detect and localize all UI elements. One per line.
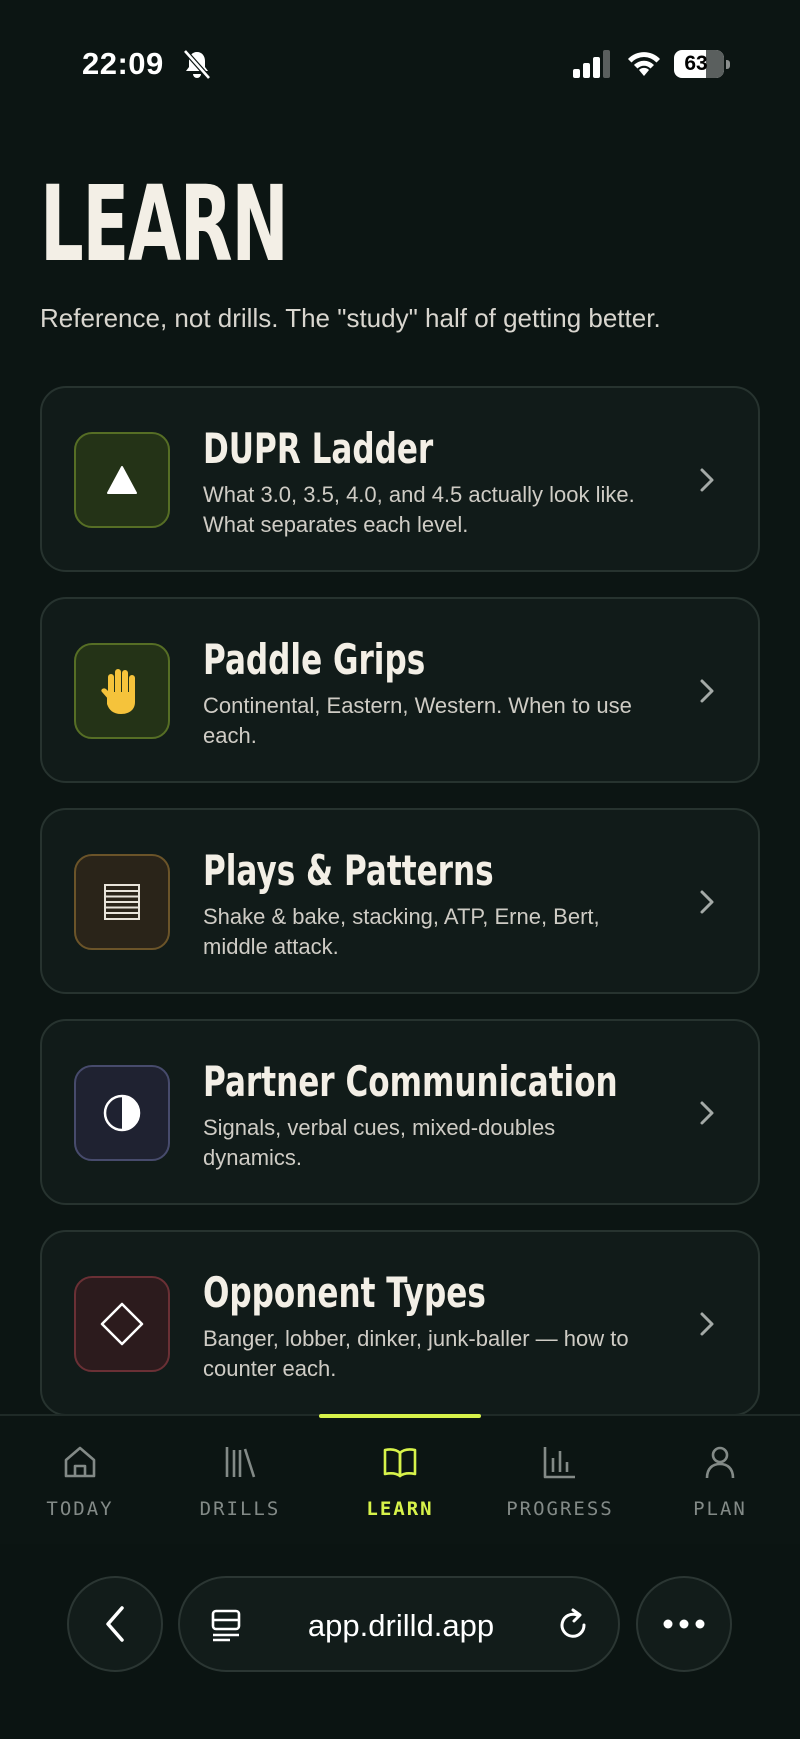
card-dupr-ladder[interactable]: DUPR Ladder What 3.0, 3.5, 4.0, and 4.5 … [40, 386, 760, 572]
card-icon-box [74, 854, 170, 950]
chevron-right-icon [700, 679, 714, 703]
diamond-icon [100, 1302, 144, 1346]
tab-plan[interactable]: PLAN [640, 1416, 800, 1520]
tab-label: PROGRESS [506, 1498, 614, 1520]
battery-level: 63 [684, 52, 708, 75]
signal-icon [573, 50, 610, 78]
tab-today[interactable]: TODAY [0, 1416, 160, 1520]
half-circle-icon [103, 1094, 141, 1132]
status-time: 22:09 [82, 46, 164, 81]
screen: 22:09 63 LEARN Reference, not drills. Th… [0, 0, 800, 1739]
card-title: Partner Communication [203, 1057, 618, 1106]
card-title: DUPR Ladder [203, 424, 434, 473]
page-title: LEARN [40, 163, 289, 285]
chevron-left-icon [106, 1606, 124, 1642]
learn-topic-list: DUPR Ladder What 3.0, 3.5, 4.0, and 4.5 … [40, 386, 760, 1441]
card-opponent-types[interactable]: Opponent Types Banger, lobber, dinker, j… [40, 1230, 760, 1416]
card-description: Banger, lobber, dinker, junk-baller — ho… [203, 1326, 629, 1381]
card-icon-box [74, 1065, 170, 1161]
bar-chart-icon [543, 1447, 575, 1479]
open-book-icon [383, 1448, 417, 1478]
card-paddle-grips[interactable]: Paddle Grips Continental, Eastern, Weste… [40, 597, 760, 783]
card-description: Signals, verbal cues, mixed-doubles dyna… [203, 1115, 556, 1170]
address-bar[interactable]: app.drilld.app [178, 1576, 620, 1672]
chevron-right-icon [700, 890, 714, 914]
tab-label: TODAY [46, 1498, 114, 1520]
status-bar: 22:09 63 [0, 0, 800, 130]
card-icon-box [74, 1276, 170, 1372]
tab-label: DRILLS [199, 1498, 281, 1520]
ellipsis-icon [663, 1619, 705, 1629]
lines-icon [104, 884, 140, 920]
card-title: Paddle Grips [203, 635, 426, 684]
person-icon [705, 1446, 735, 1479]
tab-label: PLAN [693, 1498, 747, 1520]
card-title: Opponent Types [203, 1268, 486, 1317]
tab-label: LEARN [366, 1498, 434, 1520]
card-description: Continental, Eastern, Western. When to u… [203, 693, 632, 748]
back-button[interactable] [67, 1576, 163, 1672]
battery-cap [726, 60, 730, 69]
card-icon-box [74, 432, 170, 528]
battery-icon: 63 [674, 50, 730, 78]
card-description: Shake & bake, stacking, ATP, Erne, Bert,… [203, 904, 600, 959]
reload-icon[interactable] [554, 1606, 592, 1644]
card-title: Plays & Patterns [203, 846, 494, 895]
triangle-icon [107, 466, 137, 494]
tab-learn[interactable]: LEARN [320, 1416, 480, 1520]
card-icon-box [74, 643, 170, 739]
card-description: What 3.0, 3.5, 4.0, and 4.5 actually loo… [203, 482, 635, 537]
bottom-tab-bar: TODAY DRILLS LEARN PROGRESS PLAN [0, 1414, 800, 1544]
chevron-right-icon [700, 1101, 714, 1125]
card-plays-patterns[interactable]: Plays & Patterns Shake & bake, stacking,… [40, 808, 760, 994]
raised-hand-icon [101, 669, 135, 714]
chevron-right-icon [700, 468, 714, 492]
card-partner-communication[interactable]: Partner Communication Signals, verbal cu… [40, 1019, 760, 1205]
bell-slash-icon [183, 49, 211, 80]
more-options-button[interactable] [636, 1576, 732, 1672]
tab-drills[interactable]: DRILLS [160, 1416, 320, 1520]
chevron-right-icon [700, 1312, 714, 1336]
wifi-icon [628, 52, 660, 76]
library-icon [225, 1447, 256, 1478]
battery-body: 63 [674, 50, 724, 78]
browser-toolbar: app.drilld.app [0, 1544, 800, 1739]
home-icon [64, 1446, 96, 1478]
page-subtitle: Reference, not drills. The "study" half … [40, 303, 661, 333]
tab-progress[interactable]: PROGRESS [480, 1416, 640, 1520]
